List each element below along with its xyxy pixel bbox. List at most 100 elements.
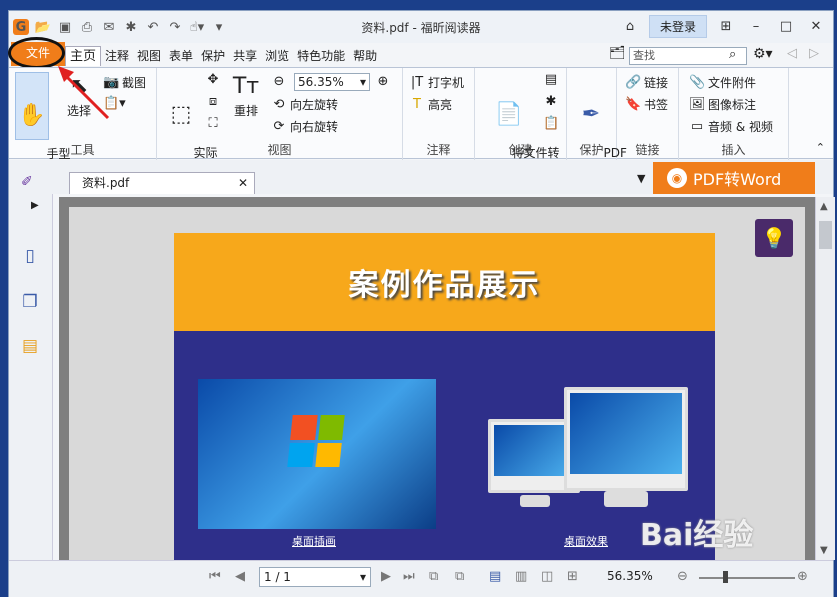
find-folder-icon[interactable]: 🗂 xyxy=(609,46,626,61)
layers-icon[interactable]: ❐ xyxy=(19,292,41,314)
select-tool-button[interactable]: ⬉ 选择 xyxy=(59,72,99,140)
prev-page-icon[interactable]: ◀ xyxy=(235,569,245,584)
pdf-to-word-button[interactable]: ◉ PDF转Word xyxy=(653,162,815,194)
clipboard-button[interactable]: 📋▾ xyxy=(103,96,126,111)
file-menu-button[interactable]: 文件 xyxy=(8,37,65,69)
maximize-icon[interactable]: □ xyxy=(775,19,797,34)
zoom-slider[interactable] xyxy=(699,577,795,579)
file-attachment-button[interactable]: 📎 文件附件 xyxy=(689,74,756,91)
close-icon[interactable]: ✕ xyxy=(805,19,827,34)
scroll-thumb[interactable] xyxy=(819,221,832,249)
single-page-icon[interactable]: ▤ xyxy=(489,569,501,584)
zoom-out-button[interactable]: ⊖ xyxy=(271,74,287,89)
minimize-icon[interactable]: – xyxy=(745,19,767,34)
rotate-right-button[interactable]: ⟳ 向右旋转 xyxy=(271,118,338,135)
quick-access-toolbar: G 📂 ▣ ⎙ ✉ ✱ ↶ ↷ ☝▾ ▾ xyxy=(9,19,227,35)
typewriter-button[interactable]: |T 打字机 xyxy=(409,74,464,91)
convert-to-pdf-button[interactable]: 📄 将文件转 换为PDF xyxy=(481,72,559,175)
nav-back-icon[interactable]: ◁ xyxy=(787,46,797,61)
lightbulb-icon[interactable]: 💡 xyxy=(755,219,793,257)
tab-browse[interactable]: 浏览 xyxy=(261,46,293,66)
zoom-slider-knob[interactable] xyxy=(723,571,728,583)
last-page-icon[interactable]: ⏭ xyxy=(403,569,415,584)
actual-size-button[interactable]: ⬚ 实际 大小 xyxy=(163,72,218,175)
print-icon[interactable]: ⎙ xyxy=(79,19,95,35)
collapse-ribbon-icon[interactable]: ⌃ xyxy=(816,141,825,154)
actual-size-icon: ⬚ xyxy=(170,102,192,127)
fit-visible-button[interactable]: ⛶ xyxy=(205,116,221,131)
camera-icon: 📷 xyxy=(103,75,120,90)
new-icon[interactable]: ✱ xyxy=(123,19,139,35)
next-view-icon[interactable]: ⧉ xyxy=(455,569,464,584)
continuous-icon[interactable]: ▥ xyxy=(515,569,527,584)
scanner-button[interactable]: ✱ xyxy=(543,94,559,109)
expand-sidebar-icon[interactable]: ▶ xyxy=(31,200,39,211)
tab-help[interactable]: 帮助 xyxy=(349,46,381,66)
foxit-logo-icon[interactable]: G xyxy=(13,19,29,35)
comments-icon[interactable]: ▤ xyxy=(19,336,41,358)
redo-icon[interactable]: ↷ xyxy=(167,19,183,35)
cursor-icon: ⬉ xyxy=(69,74,89,99)
undo-icon[interactable]: ↶ xyxy=(145,19,161,35)
customize-icon[interactable]: ▾ xyxy=(211,19,227,35)
facing-icon[interactable]: ◫ xyxy=(541,569,553,584)
tab-protect[interactable]: 保护 xyxy=(197,46,229,66)
document-tab-label: 资料.pdf xyxy=(82,176,130,190)
tab-features[interactable]: 特色功能 xyxy=(293,46,349,66)
next-page-icon[interactable]: ▶ xyxy=(381,569,391,584)
continuous-facing-icon[interactable]: ⊞ xyxy=(567,569,578,584)
scroll-down-icon[interactable]: ▼ xyxy=(820,545,828,556)
hand-tool-button[interactable]: ✋ 手型 工具 xyxy=(15,72,71,175)
group-links: 🔗 链接 🔖 书签 链接 xyxy=(617,68,679,160)
bookmark-icon: 🔖 xyxy=(625,97,642,112)
highlight-button[interactable]: T 高亮 xyxy=(409,96,452,113)
snapshot-button[interactable]: 📷 截图 xyxy=(103,74,146,91)
zoom-in-icon[interactable]: ⊕ xyxy=(797,569,808,584)
tab-list-icon[interactable]: ▼ xyxy=(637,172,645,185)
tab-home[interactable]: 主页 xyxy=(65,46,102,66)
typewriter-icon: |T xyxy=(410,75,424,90)
gear-icon[interactable]: ⚙▾ xyxy=(753,46,773,62)
link-button[interactable]: 🔗 链接 xyxy=(625,74,668,91)
skin-icon[interactable]: ⌂ xyxy=(619,19,641,34)
document-viewport[interactable]: 案例作品展示 桌面插画 桌面效果 💡 xyxy=(59,197,815,563)
zoom-in-button[interactable]: ⊕ xyxy=(375,74,391,89)
prev-view-icon[interactable]: ⧉ xyxy=(429,569,438,584)
login-button[interactable]: 未登录 xyxy=(648,15,707,38)
close-tab-icon[interactable]: ✕ xyxy=(238,173,248,193)
first-page-icon[interactable]: ⏮ xyxy=(209,569,221,584)
rotate-left-button[interactable]: ⟲ 向左旋转 xyxy=(271,96,338,113)
save-icon[interactable]: ▣ xyxy=(57,19,73,35)
page-thumbnail-icon[interactable]: ▯ xyxy=(19,246,41,268)
group-tools: ✋ 手型 工具 ⬉ 选择 📷 截图 📋▾ 工具 xyxy=(9,68,157,175)
scroll-up-icon[interactable]: ▲ xyxy=(820,201,828,212)
reflow-button[interactable]: Tт 重排 xyxy=(231,72,261,140)
tab-form[interactable]: 表单 xyxy=(165,46,197,66)
vertical-scrollbar[interactable]: ▲ ▼ xyxy=(815,197,835,560)
fit-page-button[interactable]: ✥ xyxy=(205,72,221,87)
tab-comment[interactable]: 注释 xyxy=(101,46,133,66)
ribbon: ✋ 手型 工具 ⬉ 选择 📷 截图 📋▾ 工具 ⬚ 实际 大小 ✥ ⧈ xyxy=(9,67,833,175)
page-number-input[interactable]: 1 / 1 ▾ xyxy=(259,567,371,587)
tab-share[interactable]: 共享 xyxy=(229,46,261,66)
open-folder-icon[interactable]: 📂 xyxy=(35,19,51,35)
blank-page-button[interactable]: ▤ xyxy=(543,72,559,87)
windows-logo-icon xyxy=(287,415,345,467)
nav-forward-icon[interactable]: ▷ xyxy=(809,46,819,61)
tab-view[interactable]: 视图 xyxy=(133,46,165,66)
reflow-icon: Tт xyxy=(232,74,260,99)
layout-icon[interactable]: ⊞ xyxy=(715,19,737,34)
search-icon[interactable]: ⌕ xyxy=(729,47,736,62)
audio-video-button[interactable]: ▭ 音频 & 视频 xyxy=(689,118,773,135)
fit-width-button[interactable]: ⧈ xyxy=(205,94,221,109)
image-annotation-button[interactable]: 🖼 图像标注 xyxy=(689,96,756,113)
pdf-sign-button[interactable]: ✒ PDF 签名 xyxy=(573,72,627,175)
document-tab[interactable]: 资料.pdf ✕ xyxy=(69,172,255,194)
hand-dropdown-icon[interactable]: ☝▾ xyxy=(189,19,205,35)
sidebar-toggle-icon[interactable]: ✐ xyxy=(21,174,33,190)
email-icon[interactable]: ✉ xyxy=(101,19,117,35)
zoom-select[interactable]: 56.35% ▾ xyxy=(294,73,370,91)
bookmark-button[interactable]: 🔖 书签 xyxy=(625,96,668,113)
zoom-out-icon[interactable]: ⊖ xyxy=(677,569,688,584)
clipboard-create-button[interactable]: 📋 xyxy=(543,116,559,131)
